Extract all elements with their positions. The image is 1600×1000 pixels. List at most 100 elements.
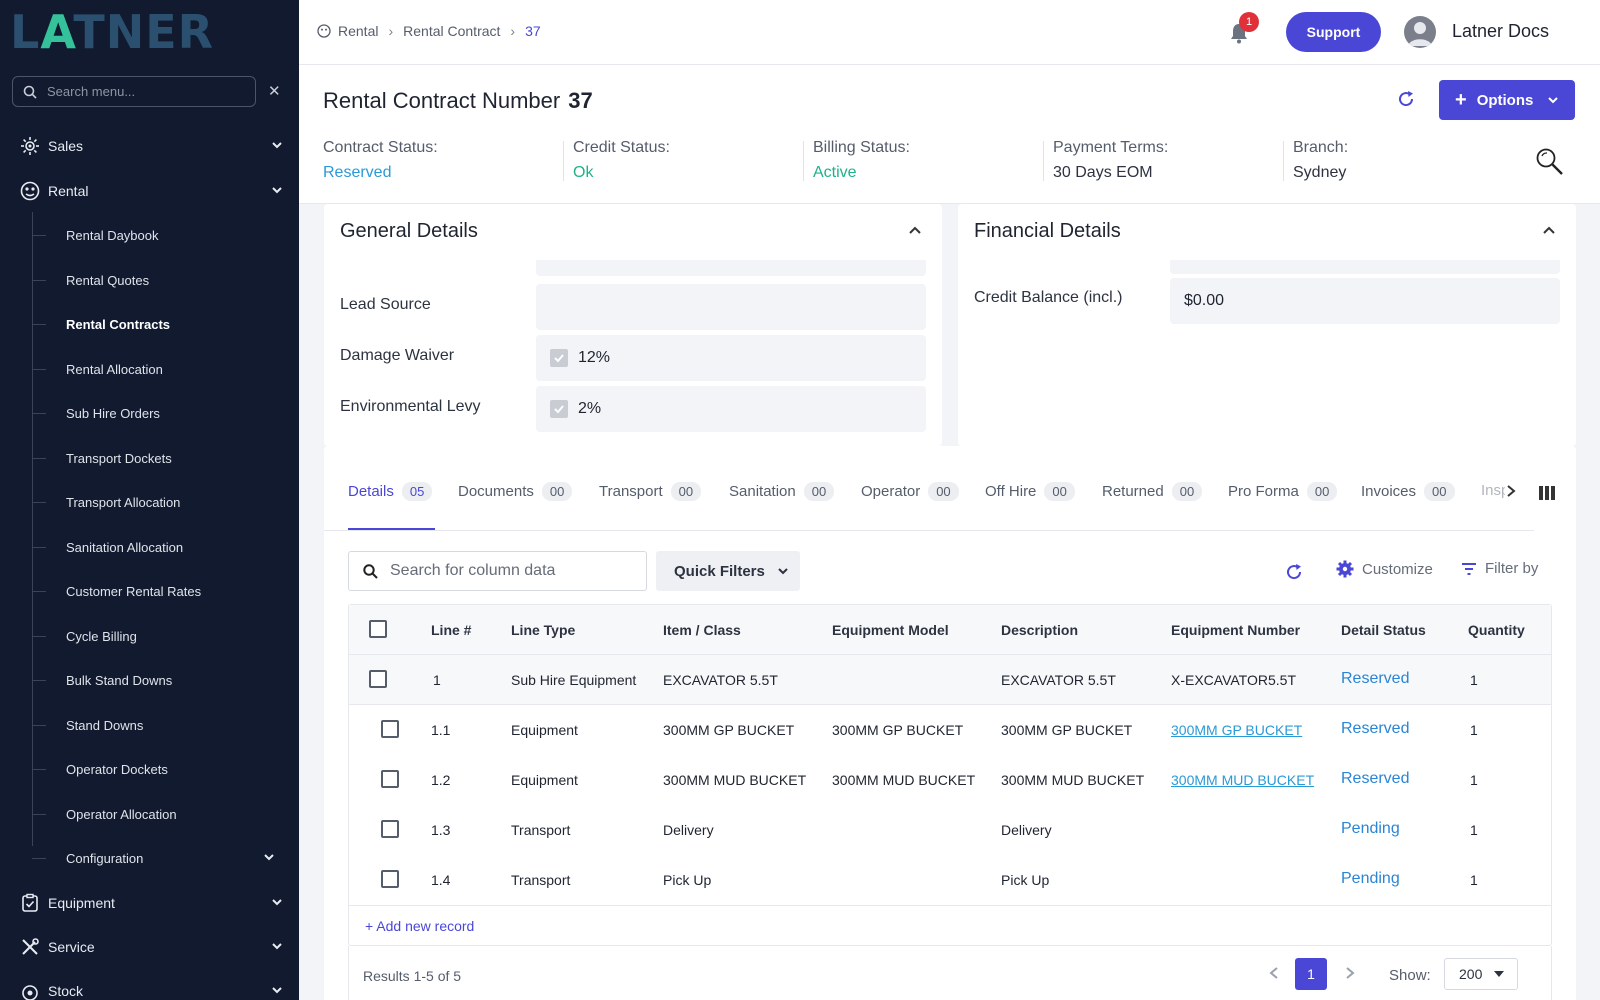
- credit-balance-field[interactable]: $0.00: [1170, 278, 1560, 324]
- column-header[interactable]: Detail Status: [1341, 622, 1426, 638]
- menu-search[interactable]: [12, 76, 256, 107]
- column-header[interactable]: Equipment Model: [832, 622, 949, 638]
- sidebar-item-rental-daybook[interactable]: Rental Daybook: [0, 213, 299, 257]
- page-size-select[interactable]: 200: [1444, 958, 1518, 990]
- sidebar-item-transport-allocation[interactable]: Transport Allocation: [0, 480, 299, 524]
- search-icon: [363, 563, 378, 579]
- refresh-icon[interactable]: [1396, 89, 1416, 109]
- chevron-down-icon: [272, 943, 282, 950]
- user-name[interactable]: Latner Docs: [1452, 21, 1549, 42]
- refresh-icon[interactable]: [1284, 562, 1304, 582]
- table-row[interactable]: 1.4 Transport Pick Up Pick Up Pending 1: [349, 855, 1551, 905]
- cell-detail-status: Pending: [1341, 820, 1400, 837]
- plus-icon: +: [1455, 89, 1467, 111]
- damage-waiver-value: 12%: [578, 349, 611, 366]
- environmental-levy-label: Environmental Levy: [340, 398, 481, 415]
- column-header[interactable]: Line #: [431, 622, 471, 638]
- tab-documents[interactable]: Documents 00: [458, 482, 573, 501]
- column-header[interactable]: Item / Class: [663, 622, 741, 638]
- tab-transport[interactable]: Transport 00: [599, 482, 702, 501]
- tab-details[interactable]: Details 05: [348, 482, 433, 501]
- tab-operator[interactable]: Operator 00: [861, 482, 959, 501]
- equipment-number-link[interactable]: 300MM GP BUCKET: [1171, 722, 1302, 738]
- tab-inspections[interactable]: Insp: [1481, 482, 1505, 499]
- chevron-right-icon[interactable]: [1505, 484, 1517, 498]
- sidebar-item-customer-rental-rates[interactable]: Customer Rental Rates: [0, 569, 299, 613]
- chevron-down-icon: [778, 568, 788, 575]
- table-row[interactable]: 1 Sub Hire Equipment EXCAVATOR 5.5T EXCA…: [349, 655, 1551, 705]
- sidebar-item-sanitation-allocation[interactable]: Sanitation Allocation: [0, 525, 299, 569]
- sidebar-item-sub-hire-orders[interactable]: Sub Hire Orders: [0, 391, 299, 435]
- table-row[interactable]: 1.2 Equipment 300MM MUD BUCKET 300MM MUD…: [349, 755, 1551, 805]
- row-checkbox[interactable]: [381, 720, 399, 738]
- field-partial[interactable]: [536, 260, 926, 276]
- sidebar-item-service[interactable]: Service: [0, 927, 299, 967]
- column-header[interactable]: Quantity: [1468, 622, 1525, 638]
- options-label: Options: [1476, 91, 1534, 109]
- sidebar-item-rental-contracts[interactable]: Rental Contracts: [0, 302, 299, 346]
- column-header[interactable]: Description: [1001, 622, 1078, 638]
- sidebar-item-equipment[interactable]: Equipment: [0, 883, 299, 923]
- check-icon[interactable]: [550, 400, 568, 418]
- chevron-left-icon[interactable]: [1269, 966, 1279, 980]
- customize-button[interactable]: Customize: [1336, 560, 1433, 578]
- breadcrumb-rental[interactable]: Rental: [338, 23, 378, 39]
- equipment-number-link[interactable]: 300MM MUD BUCKET: [1171, 772, 1314, 788]
- check-icon[interactable]: [550, 349, 568, 367]
- sidebar-item-cycle-billing[interactable]: Cycle Billing: [0, 614, 299, 658]
- select-all-checkbox[interactable]: [369, 620, 387, 638]
- sidebar-item-configuration[interactable]: Configuration: [0, 836, 299, 880]
- avatar[interactable]: [1404, 16, 1436, 48]
- sidebar-item-stand-downs[interactable]: Stand Downs: [0, 703, 299, 747]
- tab-pro-forma[interactable]: Pro Forma 00: [1228, 482, 1338, 501]
- row-checkbox[interactable]: [381, 820, 399, 838]
- table-row[interactable]: 1.1 Equipment 300MM GP BUCKET 300MM GP B…: [349, 705, 1551, 755]
- row-checkbox[interactable]: [381, 870, 399, 888]
- breadcrumb-rental-contract[interactable]: Rental Contract: [403, 23, 500, 39]
- menu-search-input[interactable]: [47, 84, 237, 99]
- latner-logo[interactable]: LATNER: [10, 9, 280, 55]
- sidebar-item-rental[interactable]: Rental: [0, 171, 299, 211]
- tab-returned[interactable]: Returned 00: [1102, 482, 1203, 501]
- sidebar-item-label: Rental Allocation: [66, 361, 163, 377]
- table-row[interactable]: 1.3 Transport Delivery Delivery Pending …: [349, 805, 1551, 855]
- tab-invoices[interactable]: Invoices 00: [1361, 482, 1455, 501]
- add-new-record-link[interactable]: + Add new record: [365, 918, 474, 934]
- row-checkbox[interactable]: [369, 670, 387, 688]
- column-search-input[interactable]: [390, 562, 630, 580]
- sidebar-item-sales[interactable]: Sales: [0, 126, 299, 166]
- quick-filters-label: Quick Filters: [674, 562, 765, 580]
- sidebar-item-label: Sales: [48, 138, 84, 154]
- sidebar-item-transport-dockets[interactable]: Transport Dockets: [0, 436, 299, 480]
- column-header[interactable]: Equipment Number: [1171, 622, 1300, 638]
- chevron-right-icon[interactable]: [1345, 966, 1355, 980]
- field-partial[interactable]: [1170, 260, 1560, 274]
- cell-line: 1.3: [431, 822, 451, 838]
- lead-source-field[interactable]: [536, 284, 926, 330]
- sidebar-item-stock[interactable]: Stock: [0, 971, 299, 1000]
- chevron-up-icon[interactable]: [1542, 224, 1556, 238]
- page-number-button[interactable]: 1: [1295, 958, 1327, 990]
- chevron-up-icon[interactable]: [908, 224, 922, 238]
- sidebar-item-bulk-stand-downs[interactable]: Bulk Stand Downs: [0, 658, 299, 702]
- zoom-search-icon[interactable]: [1535, 147, 1565, 177]
- options-button[interactable]: + Options: [1439, 80, 1575, 120]
- support-button[interactable]: Support: [1286, 12, 1381, 52]
- sidebar-item-rental-allocation[interactable]: Rental Allocation: [0, 347, 299, 391]
- sidebar-item-rental-quotes[interactable]: Rental Quotes: [0, 258, 299, 302]
- row-checkbox[interactable]: [381, 770, 399, 788]
- environmental-levy-field[interactable]: 2%: [536, 386, 926, 432]
- quick-filters-button[interactable]: Quick Filters: [656, 551, 800, 591]
- sidebar-collapse-icon[interactable]: ✕: [268, 82, 281, 100]
- cell-detail-status: Reserved: [1341, 770, 1410, 787]
- tab-sanitation[interactable]: Sanitation 00: [729, 482, 835, 501]
- tab-off-hire[interactable]: Off Hire 00: [985, 482, 1075, 501]
- sidebar-item-operator-dockets[interactable]: Operator Dockets: [0, 747, 299, 791]
- column-header[interactable]: Line Type: [511, 622, 575, 638]
- columns-icon[interactable]: [1539, 486, 1555, 500]
- filter-icon: [1462, 562, 1476, 575]
- damage-waiver-field[interactable]: 12%: [536, 335, 926, 381]
- filter-by-button[interactable]: Filter by: [1461, 560, 1538, 577]
- sidebar-item-operator-allocation[interactable]: Operator Allocation: [0, 792, 299, 836]
- column-search[interactable]: [348, 551, 647, 591]
